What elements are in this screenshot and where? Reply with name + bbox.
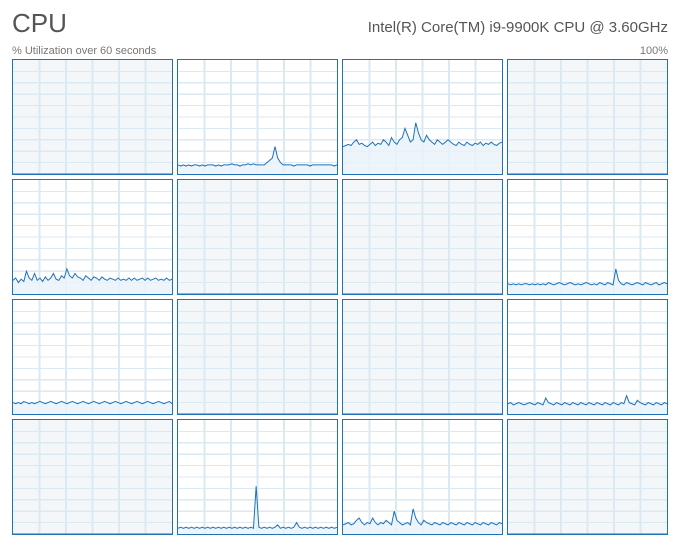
cpu-core-chart[interactable] <box>12 59 173 175</box>
cpu-model-label: Intel(R) Core(TM) i9-9900K CPU @ 3.60GHz <box>368 19 668 36</box>
cpu-performance-panel: CPU Intel(R) Core(TM) i9-9900K CPU @ 3.6… <box>0 0 680 545</box>
y-axis-max: 100% <box>640 45 668 57</box>
cpu-core-chart[interactable] <box>507 419 668 535</box>
cpu-core-chart[interactable] <box>342 179 503 295</box>
cpu-core-chart[interactable] <box>177 179 338 295</box>
y-axis-description: % Utilization over 60 seconds <box>12 45 156 57</box>
cpu-core-chart[interactable] <box>177 419 338 535</box>
cpu-core-chart[interactable] <box>507 299 668 415</box>
page-title: CPU <box>12 8 67 39</box>
cpu-core-chart[interactable] <box>507 179 668 295</box>
cpu-core-chart[interactable] <box>177 299 338 415</box>
cpu-core-grid <box>12 59 668 535</box>
cpu-core-chart[interactable] <box>12 179 173 295</box>
cpu-core-chart[interactable] <box>12 299 173 415</box>
cpu-core-chart[interactable] <box>342 59 503 175</box>
cpu-core-chart[interactable] <box>342 299 503 415</box>
subheader: % Utilization over 60 seconds 100% <box>12 45 668 57</box>
header: CPU Intel(R) Core(TM) i9-9900K CPU @ 3.6… <box>12 8 668 39</box>
cpu-core-chart[interactable] <box>177 59 338 175</box>
cpu-core-chart[interactable] <box>507 59 668 175</box>
cpu-core-chart[interactable] <box>12 419 173 535</box>
cpu-core-chart[interactable] <box>342 419 503 535</box>
